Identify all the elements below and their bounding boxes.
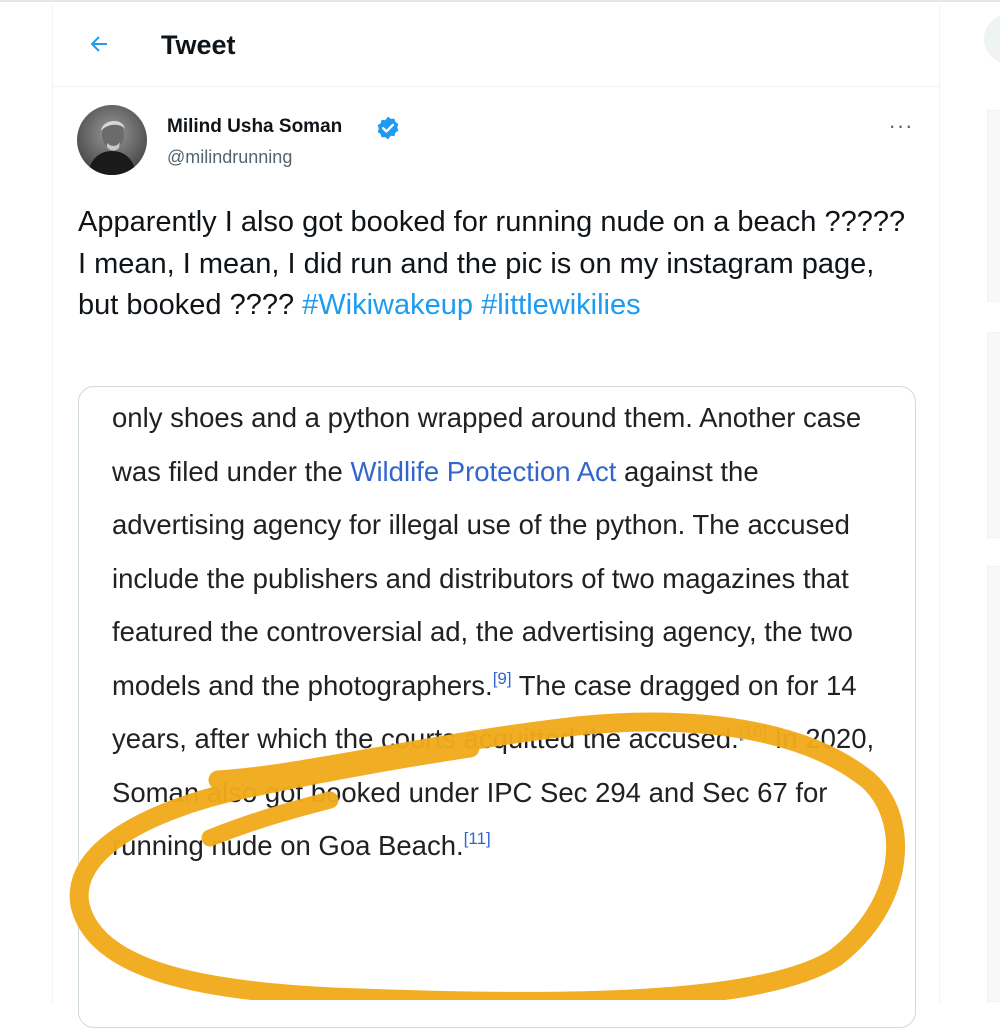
citation-ref: [9] <box>492 668 512 688</box>
page-title: Tweet <box>161 30 236 60</box>
citation-ref: [10] <box>738 722 768 741</box>
author-handle[interactable]: @milindrunning <box>167 147 292 168</box>
excerpt-text: against the advertising agency for illeg… <box>112 455 853 701</box>
arrow-left-icon <box>90 36 107 52</box>
tweet-text: Apparently I also got booked for running… <box>78 202 908 327</box>
tweet-media-image[interactable]: only shoes and a python wrapped around t… <box>78 386 916 1028</box>
wikipedia-excerpt: only shoes and a python wrapped around t… <box>112 391 882 873</box>
more-options-icon[interactable]: ··· <box>881 112 921 140</box>
back-button[interactable] <box>81 26 117 62</box>
citation-ref: [11] <box>463 829 491 848</box>
page-header: Tweet <box>53 4 939 87</box>
avatar[interactable] <box>77 105 147 175</box>
author-display-name[interactable]: Milind Usha Soman <box>167 116 342 138</box>
sidebar-card <box>987 110 1000 302</box>
wiki-link: Wildlife Protection Act <box>350 455 617 487</box>
sidebar-card <box>987 332 1000 538</box>
sidebar-search-avatar[interactable] <box>984 14 1000 64</box>
sidebar-card <box>987 566 1000 1002</box>
main-column: Tweet Milind Usha Soman @milindrunning ·… <box>52 4 940 1028</box>
verified-badge-icon <box>377 116 399 140</box>
hashtag-link[interactable]: #littlewikilies <box>481 289 641 321</box>
hashtag-link[interactable]: #Wikiwakeup <box>302 289 473 321</box>
